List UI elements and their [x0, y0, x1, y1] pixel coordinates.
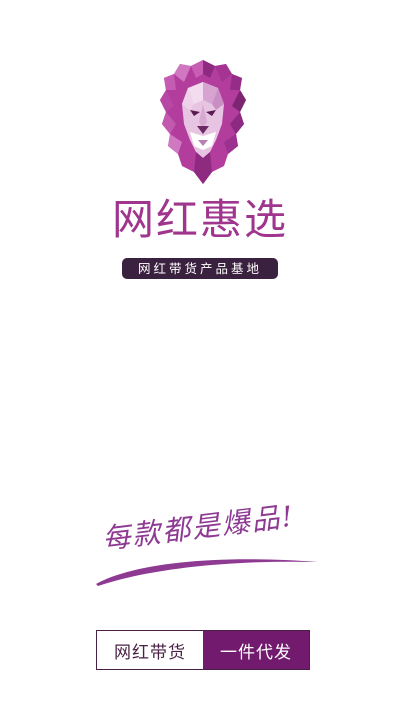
app-name-title: 网红惠选 [111, 195, 288, 244]
tagline-badge: 网红带货产品基地 [122, 258, 278, 279]
banner-right-text: 一件代发 [203, 631, 309, 669]
swoosh-underline [96, 559, 318, 586]
lion-icon [160, 60, 246, 184]
slogan-text: 每款都是爆品! [100, 499, 297, 556]
splash-screen: 网红惠选 网红带货产品基地 每款都是爆品! 网红带货 一件代发 [0, 0, 400, 710]
bottom-banner: 网红带货 一件代发 [96, 630, 310, 670]
banner-left-text: 网红带货 [97, 631, 203, 669]
